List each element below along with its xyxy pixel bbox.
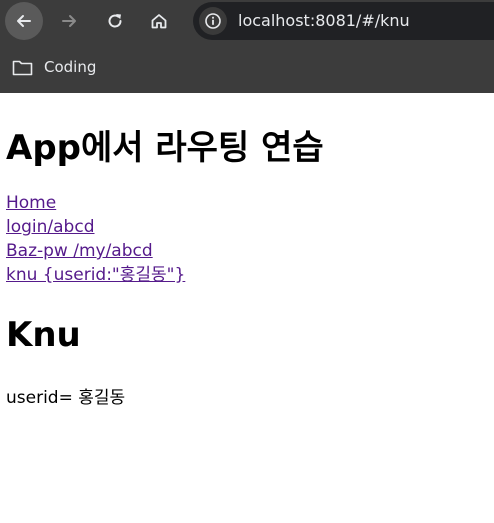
arrow-right-icon [62, 15, 76, 27]
folder-icon [12, 60, 33, 75]
site-info-button[interactable] [199, 7, 227, 35]
reload-button[interactable] [96, 2, 134, 40]
link-knu[interactable]: knu {userid:"홍길동"} [6, 263, 185, 287]
bookmarks-bar: Coding [0, 42, 494, 93]
page-content: App에서 라우팅 연습 Home login/abcd Baz-pw /my/… [0, 93, 494, 523]
address-bar[interactable]: localhost:8081/#/knu [193, 2, 494, 40]
userid-line: userid= 홍길동 [6, 383, 125, 408]
url-text[interactable]: localhost:8081/#/knu [238, 11, 410, 30]
link-home[interactable]: Home [6, 191, 185, 215]
back-button[interactable] [5, 2, 43, 40]
userid-label: userid= [6, 388, 73, 408]
page-title: App에서 라우팅 연습 [6, 128, 324, 168]
reload-icon [108, 14, 122, 28]
userid-value: 홍길동 [78, 388, 126, 408]
link-baz-pw[interactable]: Baz-pw /my/abcd [6, 239, 185, 263]
arrow-left-icon [17, 15, 31, 27]
home-icon [151, 14, 167, 29]
browser-toolbar: localhost:8081/#/knu [0, 0, 494, 42]
info-icon [205, 13, 221, 29]
forward-button[interactable] [50, 2, 88, 40]
bookmark-folder-coding[interactable]: Coding [12, 56, 96, 78]
home-button[interactable] [140, 2, 178, 40]
section-title: Knu [6, 315, 81, 355]
bookmark-folder-label: Coding [44, 58, 97, 76]
router-links: Home login/abcd Baz-pw /my/abcd knu {use… [6, 191, 185, 287]
link-login[interactable]: login/abcd [6, 215, 185, 239]
